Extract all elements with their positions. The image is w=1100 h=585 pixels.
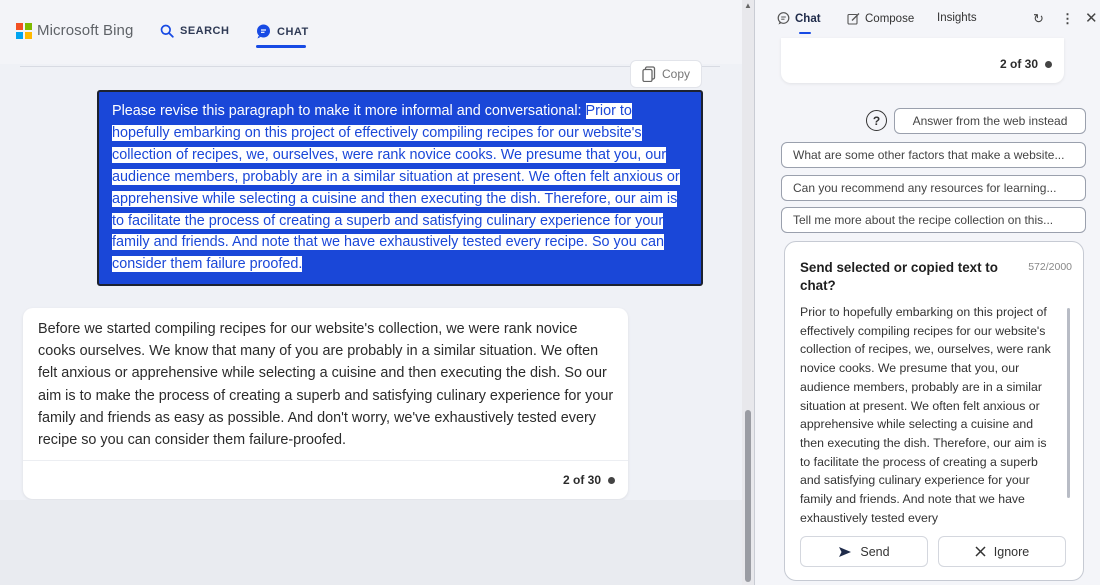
header-divider xyxy=(20,66,720,67)
user-message[interactable]: Please revise this paragraph to make it … xyxy=(97,90,703,286)
bot-response-card: Before we started compiling recipes for … xyxy=(23,308,628,499)
close-icon[interactable]: ✕ xyxy=(1085,9,1098,27)
sidebar-tab-chat[interactable]: Chat xyxy=(777,12,821,34)
previous-response-card: 2 of 30 xyxy=(781,38,1064,83)
microsoft-logo-icon xyxy=(16,22,32,39)
response-counter-text: 2 of 30 xyxy=(562,473,601,487)
status-dot-icon xyxy=(1045,60,1052,68)
tab-search-label: SEARCH xyxy=(180,25,230,37)
user-message-prompt: Please revise this paragraph to make it … xyxy=(112,103,586,119)
selected-text-highlight[interactable]: Prior to hopefully embarking on this pro… xyxy=(112,103,680,273)
user-message-text[interactable]: Please revise this paragraph to make it … xyxy=(112,101,688,276)
ignore-button-label: Ignore xyxy=(993,544,1030,559)
chat-icon xyxy=(777,12,790,25)
bing-logo[interactable]: Microsoft Bing xyxy=(16,22,133,39)
suggestion-chip[interactable]: What are some other factors that make a … xyxy=(781,142,1086,168)
copy-icon xyxy=(642,66,656,82)
sidebar-tab-chat-label: Chat xyxy=(795,12,821,25)
bottom-area xyxy=(0,500,742,585)
previous-response-counter: 2 of 30 xyxy=(1000,57,1052,71)
copy-label: Copy xyxy=(661,67,690,81)
tab-chat-label: CHAT xyxy=(277,25,309,38)
send-panel-title: Send selected or copied text to chat? xyxy=(800,260,998,293)
main-scrollbar[interactable]: ▲ xyxy=(742,0,754,585)
sidebar-tab-compose-label: Compose xyxy=(865,12,915,25)
help-question-icon[interactable]: ? xyxy=(866,110,887,131)
selected-text-preview[interactable]: Prior to hopefully embarking on this pro… xyxy=(800,303,1058,525)
top-bar: Microsoft Bing SEARCH CHAT xyxy=(0,0,742,64)
more-options-icon[interactable]: ⋮ xyxy=(1061,11,1074,27)
ignore-button[interactable]: Ignore xyxy=(938,536,1066,567)
sidebar-active-tab-indicator xyxy=(799,32,811,34)
tab-search[interactable]: SEARCH xyxy=(160,24,229,38)
sidebar-tab-compose[interactable]: Compose xyxy=(847,12,914,25)
status-dot-icon xyxy=(608,476,615,484)
character-count: 572/2000 xyxy=(1028,261,1072,273)
brand-name: Microsoft Bing xyxy=(37,22,134,39)
send-icon xyxy=(839,546,852,557)
bot-response-text[interactable]: Before we started compiling recipes for … xyxy=(38,318,618,451)
previous-counter-text: 2 of 30 xyxy=(999,57,1038,71)
search-icon xyxy=(160,24,174,38)
compose-icon xyxy=(847,13,860,25)
scrollbar-thumb[interactable] xyxy=(745,410,751,582)
sidebar-header: Chat Compose Insights ↻ ⋮ ✕ xyxy=(755,0,1100,40)
copy-button[interactable]: Copy xyxy=(630,60,702,88)
response-counter: 2 of 30 xyxy=(563,473,615,487)
scroll-up-arrow-icon[interactable]: ▲ xyxy=(744,1,752,10)
answer-from-web-button[interactable]: Answer from the web instead xyxy=(894,108,1086,134)
chat-bubble-icon xyxy=(257,24,270,39)
suggestion-chip[interactable]: Can you recommend any resources for lear… xyxy=(781,175,1086,201)
tab-chat[interactable]: CHAT xyxy=(256,24,309,48)
send-button[interactable]: Send xyxy=(800,536,928,567)
close-icon xyxy=(975,546,986,557)
suggestion-chip[interactable]: Tell me more about the recipe collection… xyxy=(781,207,1086,233)
send-button-label: Send xyxy=(860,544,890,559)
sidebar-tab-insights[interactable]: Insights xyxy=(937,12,977,24)
preview-scrollbar[interactable] xyxy=(1067,308,1070,498)
active-tab-indicator xyxy=(256,45,306,48)
send-selection-panel: Send selected or copied text to chat? 57… xyxy=(784,241,1084,581)
main-chat-pane: Microsoft Bing SEARCH CHAT Copy Please r… xyxy=(0,0,742,585)
sidebar-tab-insights-label: Insights xyxy=(937,12,977,24)
edge-sidebar: Chat Compose Insights ↻ ⋮ ✕ 2 of 30 ? An… xyxy=(754,0,1100,585)
refresh-icon[interactable]: ↻ xyxy=(1033,11,1044,27)
response-divider xyxy=(23,460,628,461)
